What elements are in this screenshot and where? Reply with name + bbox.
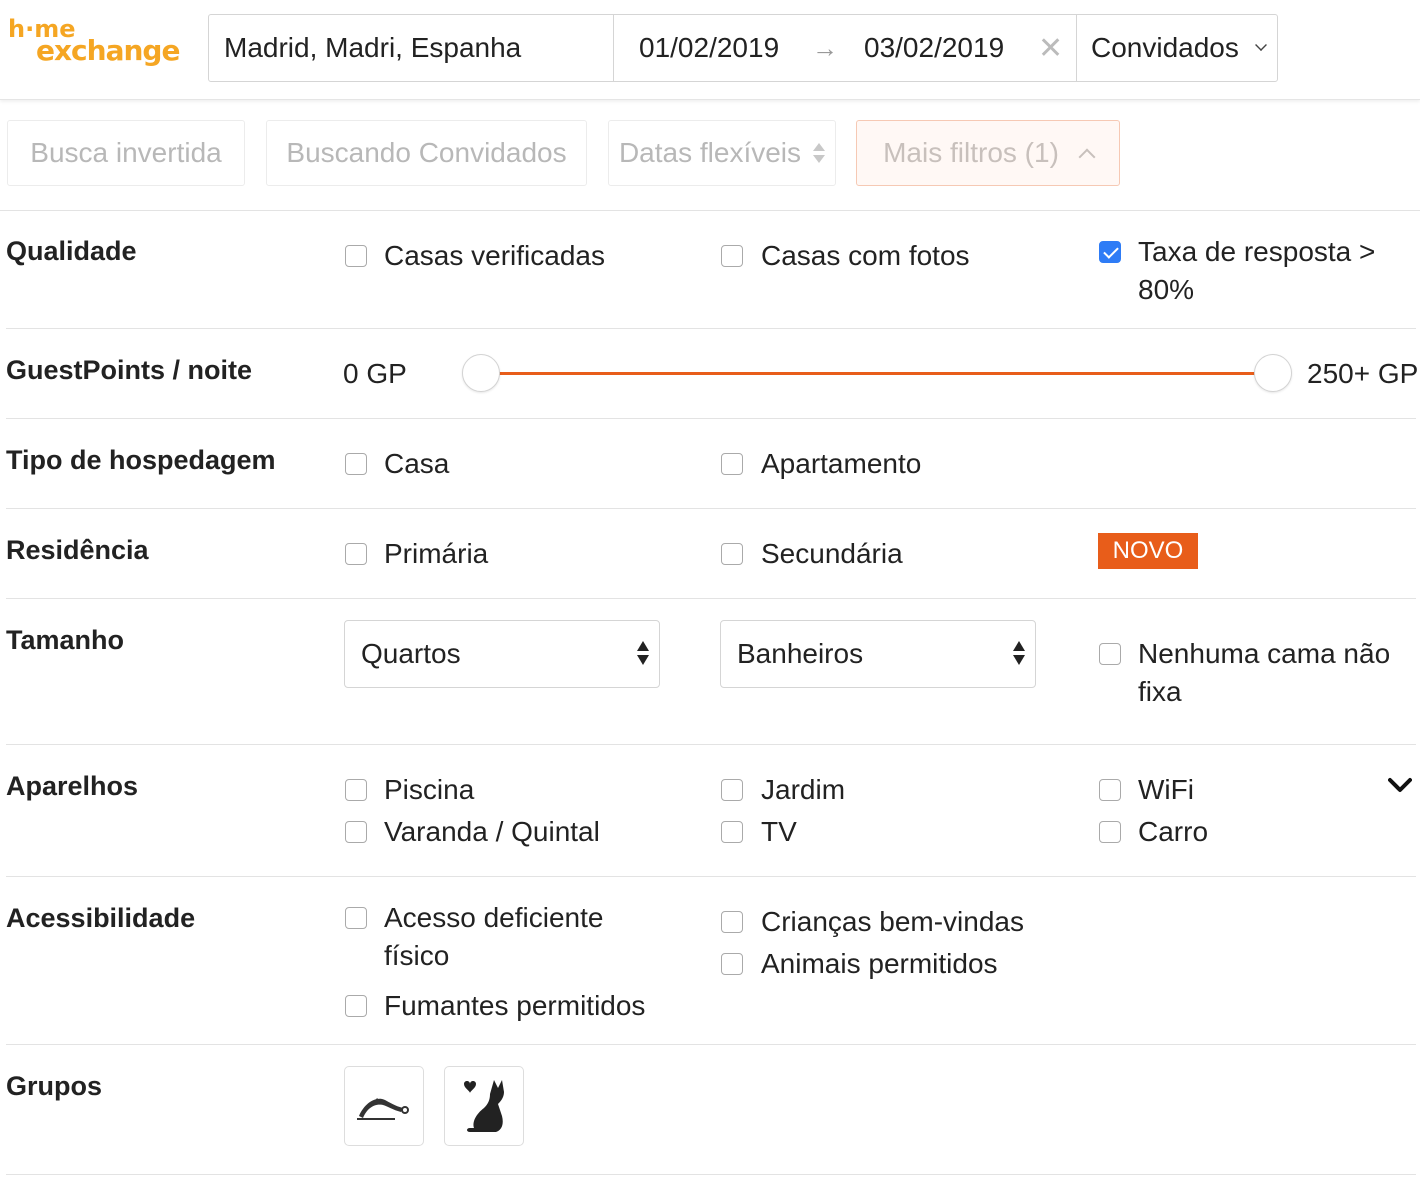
car-checkbox[interactable] [1099, 821, 1121, 843]
group-pet-friendly-button[interactable] [444, 1066, 524, 1146]
location-input[interactable]: Madrid, Madri, Espanha [209, 15, 614, 81]
response-rate-label-2[interactable]: 80% [1138, 271, 1194, 309]
divider [6, 744, 1416, 745]
sort-arrows-icon [813, 139, 826, 167]
reverse-search-label: Busca invertida [30, 137, 222, 168]
accommodation-type-label: Tipo de hospedagem [6, 445, 276, 475]
divider [6, 876, 1416, 877]
amenities-label: Aparelhos [6, 771, 139, 801]
apartment-checkbox[interactable] [721, 453, 743, 475]
size-label: Tamanho [6, 625, 125, 655]
divider [6, 328, 1416, 329]
chevron-down-icon[interactable] [1388, 774, 1412, 798]
arrow-right-icon: → [812, 32, 838, 63]
cat-heart-icon [464, 1080, 504, 1132]
guests-label: Convidados [1091, 32, 1239, 63]
guestpoints-min-label: 0 GP [343, 358, 407, 389]
no-fixed-bed-label-2[interactable]: fixa [1138, 673, 1182, 711]
search-bar: Madrid, Madri, Espanha 01/02/2019 → 03/0… [208, 14, 1278, 82]
car-label[interactable]: Carro [1138, 813, 1208, 851]
divider [6, 1044, 1416, 1045]
divider [6, 1174, 1416, 1175]
garden-checkbox[interactable] [721, 779, 743, 801]
primary-label[interactable]: Primária [384, 535, 488, 573]
date-end[interactable]: 03/02/2019 [864, 32, 1004, 64]
select-arrows-icon [637, 641, 649, 669]
guestpoints-label: GuestPoints / noite [6, 355, 253, 385]
more-filters-button[interactable]: Mais filtros (1) [856, 120, 1120, 186]
homes-with-photos-label[interactable]: Casas com fotos [761, 237, 970, 275]
no-fixed-bed-label[interactable]: Nenhuma cama não [1138, 635, 1390, 673]
logo-line-2: exchange [36, 34, 180, 67]
groups-label: Grupos [6, 1071, 103, 1101]
new-badge: NOVO [1098, 533, 1198, 569]
tv-label[interactable]: TV [761, 813, 797, 851]
searching-guests-label: Buscando Convidados [286, 137, 567, 168]
clear-dates-icon[interactable]: ✕ [1038, 31, 1063, 66]
wifi-label[interactable]: WiFi [1138, 771, 1194, 809]
house-label[interactable]: Casa [384, 445, 449, 483]
divider [6, 418, 1416, 419]
homes-with-photos-checkbox[interactable] [721, 245, 743, 267]
select-arrows-icon [1013, 641, 1025, 669]
divider [6, 598, 1416, 599]
divider [0, 210, 1420, 211]
smokers-allowed-checkbox[interactable] [345, 995, 367, 1017]
no-fixed-bed-checkbox[interactable] [1099, 643, 1121, 665]
chevron-down-icon [1255, 39, 1267, 51]
house-checkbox[interactable] [345, 453, 367, 475]
residence-label: Residência [6, 535, 149, 565]
flexible-dates-button[interactable]: Datas flexíveis [608, 120, 836, 186]
secondary-label[interactable]: Secundária [761, 535, 903, 573]
rooms-select[interactable]: Quartos [344, 620, 660, 688]
pets-allowed-checkbox[interactable] [721, 953, 743, 975]
rooms-select-value: Quartos [361, 638, 461, 669]
response-rate-checkbox[interactable] [1099, 241, 1121, 263]
homeexchange-logo[interactable]: h·me exchange [8, 17, 180, 67]
guestpoints-slider-track[interactable] [490, 372, 1270, 375]
bathrooms-select-value: Banheiros [737, 638, 864, 669]
apartment-label[interactable]: Apartamento [761, 445, 921, 483]
disabled-access-label-2[interactable]: físico [384, 937, 449, 975]
balcony-checkbox[interactable] [345, 821, 367, 843]
pool-checkbox[interactable] [345, 779, 367, 801]
pets-allowed-label[interactable]: Animais permitidos [761, 945, 998, 983]
quality-label: Qualidade [6, 236, 137, 266]
balcony-label[interactable]: Varanda / Quintal [384, 813, 600, 851]
bathrooms-select[interactable]: Banheiros [720, 620, 1036, 688]
header: h·me exchange Madrid, Madri, Espanha 01/… [0, 0, 1420, 100]
children-welcome-label[interactable]: Crianças bem-vindas [761, 903, 1024, 941]
more-filters-label: Mais filtros (1) [883, 137, 1059, 168]
guests-select[interactable]: Convidados [1077, 15, 1277, 81]
slider-min-handle[interactable] [462, 354, 500, 392]
rainbow-bridge-icon [357, 1098, 409, 1120]
guestpoints-max-label: 250+ GP [1307, 358, 1419, 389]
wifi-checkbox[interactable] [1099, 779, 1121, 801]
garden-label[interactable]: Jardim [761, 771, 845, 809]
date-start[interactable]: 01/02/2019 [639, 32, 779, 64]
disabled-access-checkbox[interactable] [345, 907, 367, 929]
accessibility-label: Acessibilidade [6, 903, 196, 933]
pool-label[interactable]: Piscina [384, 771, 474, 809]
verified-homes-label[interactable]: Casas verificadas [384, 237, 605, 275]
verified-homes-checkbox[interactable] [345, 245, 367, 267]
group-lgbt-friendly-button[interactable] [344, 1066, 424, 1146]
children-welcome-checkbox[interactable] [721, 911, 743, 933]
searching-guests-button[interactable]: Buscando Convidados [266, 120, 587, 186]
slider-max-handle[interactable] [1254, 354, 1292, 392]
flexible-dates-label: Datas flexíveis [618, 137, 802, 168]
smokers-allowed-label[interactable]: Fumantes permitidos [384, 987, 645, 1025]
primary-checkbox[interactable] [345, 543, 367, 565]
chevron-up-icon [1078, 148, 1096, 166]
reverse-search-button[interactable]: Busca invertida [7, 120, 245, 186]
response-rate-label[interactable]: Taxa de resposta > [1138, 233, 1375, 271]
date-range-picker[interactable]: 01/02/2019 → 03/02/2019 ✕ [614, 15, 1077, 81]
disabled-access-label[interactable]: Acesso deficiente [384, 899, 603, 937]
tv-checkbox[interactable] [721, 821, 743, 843]
secondary-checkbox[interactable] [721, 543, 743, 565]
divider [6, 508, 1416, 509]
